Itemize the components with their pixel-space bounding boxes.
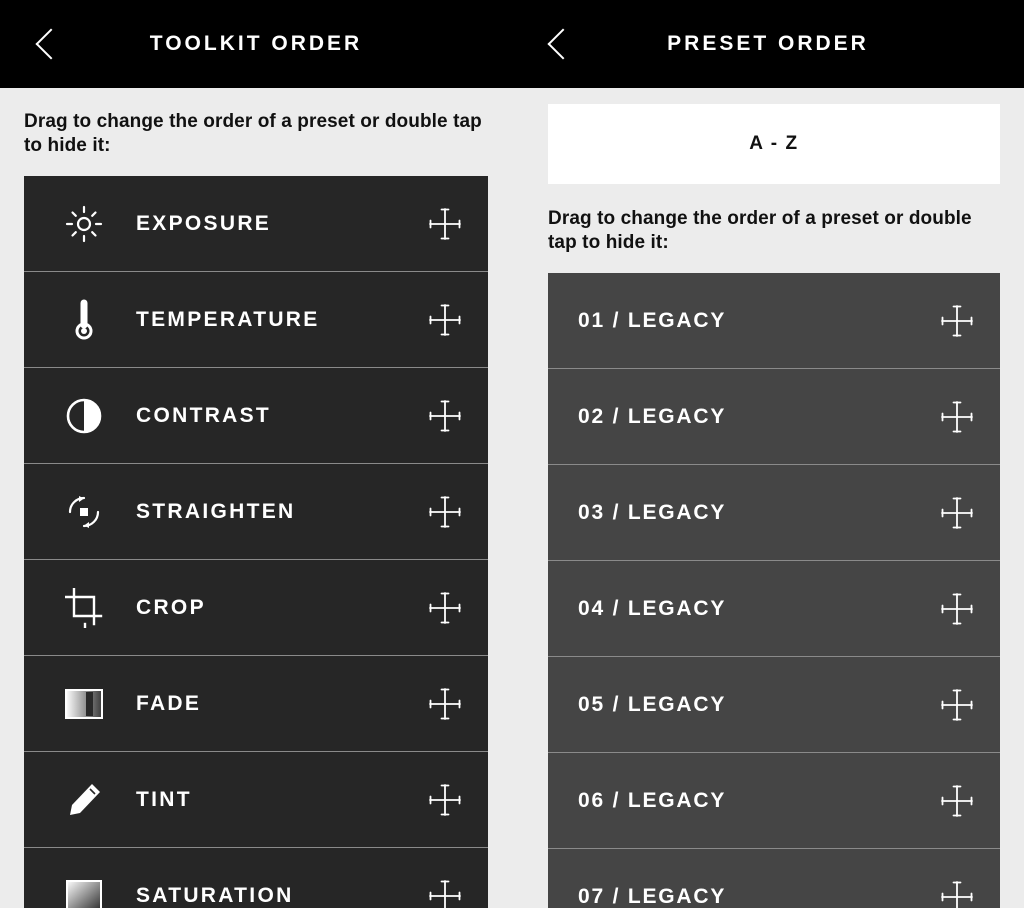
preset-row-label: 02 / LEGACY bbox=[578, 404, 727, 428]
toolkit-row-label: TEMPERATURE bbox=[136, 307, 320, 331]
drag-move-icon[interactable] bbox=[428, 303, 462, 337]
chevron-left-icon bbox=[547, 28, 579, 60]
drag-move-icon[interactable] bbox=[428, 495, 462, 529]
toolkit-row-label: SATURATION bbox=[136, 883, 294, 907]
left-navbar: TOOLKIT ORDER bbox=[0, 0, 512, 88]
drag-move-icon[interactable] bbox=[428, 879, 462, 908]
fade-bars-icon bbox=[56, 688, 112, 719]
sun-icon bbox=[56, 205, 112, 243]
toolkit-row-label: FADE bbox=[136, 691, 202, 715]
contrast-circle-icon bbox=[56, 397, 112, 435]
chevron-left-icon bbox=[35, 28, 67, 60]
toolkit-order-panel: TOOLKIT ORDER Drag to change the order o… bbox=[0, 0, 512, 908]
left-back-button[interactable] bbox=[20, 0, 76, 88]
right-navbar: PRESET ORDER bbox=[512, 0, 1024, 88]
drag-move-icon[interactable] bbox=[940, 880, 974, 908]
gradient-square-icon bbox=[56, 879, 112, 908]
preset-list: 01 / LEGACY 02 / LEGACY 03 / LEGACY 04 / LE… bbox=[548, 273, 1000, 908]
toolkit-row[interactable]: EXPOSURE bbox=[24, 176, 488, 272]
preset-row[interactable]: 04 / LEGACY bbox=[548, 561, 1000, 657]
drag-move-icon[interactable] bbox=[940, 400, 974, 434]
preset-row[interactable]: 01 / LEGACY bbox=[548, 273, 1000, 369]
preset-row-label: 05 / LEGACY bbox=[578, 692, 727, 716]
preset-row[interactable]: 05 / LEGACY bbox=[548, 657, 1000, 753]
drag-move-icon[interactable] bbox=[940, 688, 974, 722]
crop-icon bbox=[56, 587, 112, 628]
preset-row-label: 01 / LEGACY bbox=[578, 308, 727, 332]
drag-move-icon[interactable] bbox=[428, 687, 462, 721]
sort-az-button[interactable]: A - Z bbox=[548, 104, 1000, 184]
right-hint-text: Drag to change the order of a preset or … bbox=[548, 208, 972, 253]
pen-icon bbox=[56, 781, 112, 819]
dual-panel-screen: TOOLKIT ORDER Drag to change the order o… bbox=[0, 0, 1024, 908]
toolkit-row-label: CROP bbox=[136, 595, 206, 619]
left-page-title: TOOLKIT ORDER bbox=[149, 32, 363, 55]
drag-move-icon[interactable] bbox=[428, 207, 462, 241]
preset-row[interactable]: 02 / LEGACY bbox=[548, 369, 1000, 465]
sort-az-label: A - Z bbox=[749, 133, 799, 154]
right-page-title: PRESET ORDER bbox=[667, 32, 869, 55]
preset-row[interactable]: 06 / LEGACY bbox=[548, 753, 1000, 849]
right-back-button[interactable] bbox=[532, 0, 588, 88]
preset-row-label: 07 / LEGACY bbox=[578, 884, 727, 908]
preset-row-label: 03 / LEGACY bbox=[578, 500, 727, 524]
toolkit-row[interactable]: CONTRAST bbox=[24, 368, 488, 464]
preset-row-label: 06 / LEGACY bbox=[578, 788, 727, 812]
toolkit-row[interactable]: TEMPERATURE bbox=[24, 272, 488, 368]
toolkit-row[interactable]: STRAIGHTEN bbox=[24, 464, 488, 560]
toolkit-row[interactable]: CROP bbox=[24, 560, 488, 656]
toolkit-row-label: CONTRAST bbox=[136, 403, 272, 427]
preset-row-label: 04 / LEGACY bbox=[578, 596, 727, 620]
toolkit-row[interactable]: TINT bbox=[24, 752, 488, 848]
preset-row[interactable]: 07 / LEGACY bbox=[548, 849, 1000, 908]
drag-move-icon[interactable] bbox=[428, 399, 462, 433]
drag-move-icon[interactable] bbox=[940, 592, 974, 626]
left-body: Drag to change the order of a preset or … bbox=[0, 88, 512, 908]
drag-move-icon[interactable] bbox=[940, 784, 974, 818]
drag-move-icon[interactable] bbox=[940, 304, 974, 338]
thermometer-icon bbox=[56, 298, 112, 342]
drag-move-icon[interactable] bbox=[428, 591, 462, 625]
preset-order-panel: PRESET ORDER A - Z Drag to change the or… bbox=[512, 0, 1024, 908]
rotate-icon bbox=[56, 493, 112, 531]
preset-row[interactable]: 03 / LEGACY bbox=[548, 465, 1000, 561]
toolkit-row-label: TINT bbox=[136, 787, 192, 811]
left-hint-text: Drag to change the order of a preset or … bbox=[24, 111, 482, 156]
drag-move-icon[interactable] bbox=[428, 783, 462, 817]
toolkit-list: EXPOSURE TEMPERATURE CONTRAST STRAIGHTEN CRO… bbox=[24, 176, 488, 908]
right-body: A - Z Drag to change the order of a pres… bbox=[512, 104, 1024, 908]
toolkit-row[interactable]: SATURATION bbox=[24, 848, 488, 908]
toolkit-row-label: STRAIGHTEN bbox=[136, 499, 296, 523]
toolkit-row[interactable]: FADE bbox=[24, 656, 488, 752]
toolkit-row-label: EXPOSURE bbox=[136, 211, 272, 235]
drag-move-icon[interactable] bbox=[940, 496, 974, 530]
